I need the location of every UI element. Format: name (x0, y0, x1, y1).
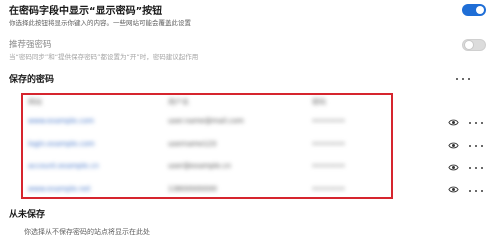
row-more-icon[interactable] (469, 163, 483, 173)
saved-passwords-title: 保存的密码 (9, 75, 55, 85)
toggle-knob (476, 6, 484, 14)
column-header-site: 网站 (28, 98, 42, 106)
show-password-title: 在密码字段中显示“显示密码”按钮 (9, 6, 163, 17)
row-more-icon[interactable] (469, 141, 483, 151)
row-site[interactable]: login.example.com (28, 140, 95, 148)
row-password: •••••••• (312, 185, 346, 193)
row-username: user@example.cn (168, 162, 231, 170)
row-password: •••••••• (312, 140, 346, 148)
row-password: •••••••• (312, 117, 346, 125)
eye-icon[interactable] (448, 163, 459, 172)
row-more-icon[interactable] (469, 186, 483, 196)
show-password-toggle[interactable] (462, 4, 486, 16)
saved-passwords-more-icon[interactable] (456, 74, 470, 84)
toggle-knob (465, 41, 473, 49)
show-password-description: 你选择此按钮将显示你键入的内容。一些网站可能会覆盖此设置 (9, 19, 191, 27)
row-password: •••••••• (312, 162, 346, 170)
suggest-strong-password-toggle[interactable] (462, 39, 486, 51)
row-site[interactable]: www.example.net (28, 185, 91, 193)
eye-icon[interactable] (448, 185, 459, 194)
suggest-strong-password-description: 当“密码同步”和“提供保存密码”都设置为“开”时，密码建议起作用 (9, 53, 199, 61)
row-more-icon[interactable] (469, 118, 483, 128)
eye-icon[interactable] (448, 118, 459, 127)
eye-icon[interactable] (448, 141, 459, 150)
row-username: user.name@mail.com (168, 117, 244, 125)
row-username: 13800000000 (168, 185, 217, 193)
row-site[interactable]: account.example.cn (28, 162, 99, 170)
column-header-password: 密码 (312, 98, 326, 106)
row-site[interactable]: www.example.com (28, 117, 94, 125)
never-saved-empty-text: 你选择从不保存密码的站点将显示在此处 (24, 228, 150, 236)
suggest-strong-password-title: 推荐强密码 (9, 40, 52, 50)
row-username: username123 (168, 140, 217, 148)
column-header-username: 用户名 (168, 98, 189, 106)
never-saved-title: 从未保存 (9, 210, 46, 220)
